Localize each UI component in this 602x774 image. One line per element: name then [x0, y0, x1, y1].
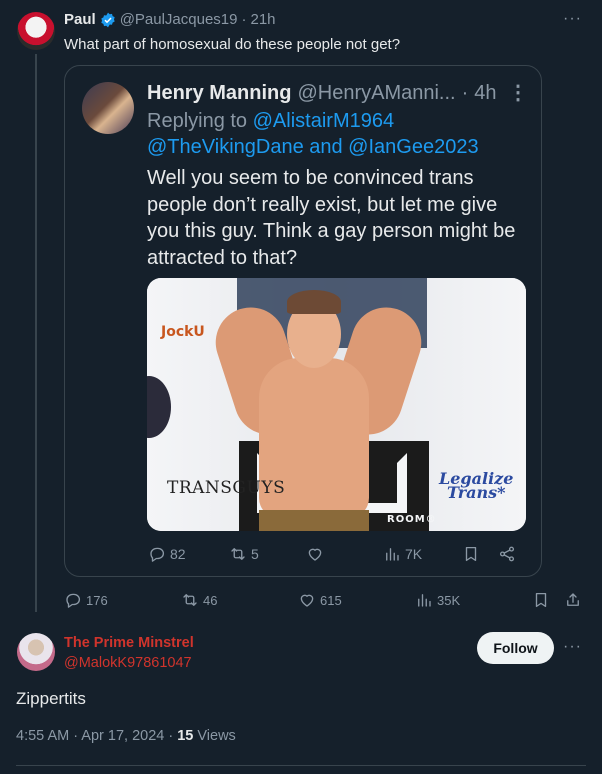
- reply-timestamp: 4:55 AM · Apr 17, 2024 · 15 Views: [16, 728, 236, 744]
- quoted-bookmark-button[interactable]: [462, 545, 480, 563]
- views-count: 15: [177, 728, 194, 744]
- jock-logo-text: JockU: [161, 324, 205, 340]
- reply-author-name[interactable]: The Prime Minstrel: [64, 634, 194, 652]
- room-text: ROOM®: [387, 514, 437, 525]
- reply-author-handle[interactable]: @MalokK97861047: [64, 654, 192, 672]
- reply-more-options-icon[interactable]: ···: [563, 638, 582, 656]
- verified-badge-icon: [100, 12, 116, 28]
- quoted-share-button[interactable]: [498, 545, 516, 563]
- tweet-photo[interactable]: JockU TRANSGUYS Legalize Trans* ROOM®: [147, 278, 526, 531]
- round-logo: [147, 376, 171, 438]
- quoted-retweet-button[interactable]: 5: [229, 545, 259, 563]
- bookmark-button[interactable]: [532, 591, 550, 609]
- quoted-author-handle[interactable]: @HenryAManni...: [297, 80, 455, 106]
- views-button[interactable]: 35K: [415, 591, 460, 609]
- more-options-icon[interactable]: ···: [563, 10, 582, 28]
- quoted-header: Henry Manning @HenryAManni... · 4h: [147, 80, 497, 106]
- reply-text: Zippertits: [16, 689, 86, 708]
- follow-button[interactable]: Follow: [477, 632, 554, 664]
- quoted-time[interactable]: 4h: [474, 80, 496, 106]
- quoted-avatar[interactable]: [82, 82, 134, 134]
- author-handle[interactable]: @PaulJacques19: [120, 11, 238, 29]
- views-bar-icon: [383, 545, 401, 563]
- mention-links[interactable]: @TheVikingDane and @IanGee2023: [147, 134, 479, 160]
- reply-avatar[interactable]: [17, 633, 55, 671]
- reply-icon: [148, 545, 166, 563]
- share-icon: [564, 591, 582, 609]
- mention-link[interactable]: @AlistairM1964: [253, 110, 394, 132]
- quoted-like-button[interactable]: [306, 545, 324, 563]
- heart-icon: [306, 545, 324, 563]
- retweet-button[interactable]: 46: [181, 591, 217, 609]
- photo-background: JockU TRANSGUYS Legalize Trans* ROOM®: [147, 278, 526, 531]
- reply-button[interactable]: 176: [64, 591, 108, 609]
- share-icon: [498, 545, 516, 563]
- share-button[interactable]: [564, 591, 582, 609]
- quoted-tweet-text: Well you seem to be convinced trans peop…: [147, 167, 516, 269]
- top-tweet-header: Paul @PaulJacques19 · 21h: [64, 11, 276, 29]
- legalize-trans-text: Legalize Trans*: [439, 469, 514, 502]
- thread-connector-line: [35, 54, 37, 612]
- quoted-more-options-icon[interactable]: ⋮: [508, 80, 528, 105]
- heart-icon: [298, 591, 316, 609]
- divider: [16, 765, 586, 766]
- tweet-text: What part of homosexual do these people …: [64, 36, 401, 53]
- tweet-time[interactable]: 21h: [251, 11, 276, 29]
- reply-icon: [64, 591, 82, 609]
- author-name[interactable]: Paul: [64, 11, 96, 29]
- retweet-icon: [181, 591, 199, 609]
- retweet-icon: [229, 545, 247, 563]
- quoted-views-button[interactable]: 7K: [383, 545, 422, 563]
- like-button[interactable]: 615: [298, 591, 342, 609]
- bookmark-icon: [532, 591, 550, 609]
- transguys-text: TRANSGUYS: [167, 478, 286, 498]
- bookmark-icon: [462, 545, 480, 563]
- views-bar-icon: [415, 591, 433, 609]
- replying-to: Replying to @AlistairM1964: [147, 110, 395, 132]
- avatar[interactable]: [17, 12, 55, 50]
- quoted-reply-button[interactable]: 82: [148, 545, 186, 563]
- quoted-author-name[interactable]: Henry Manning: [147, 80, 291, 106]
